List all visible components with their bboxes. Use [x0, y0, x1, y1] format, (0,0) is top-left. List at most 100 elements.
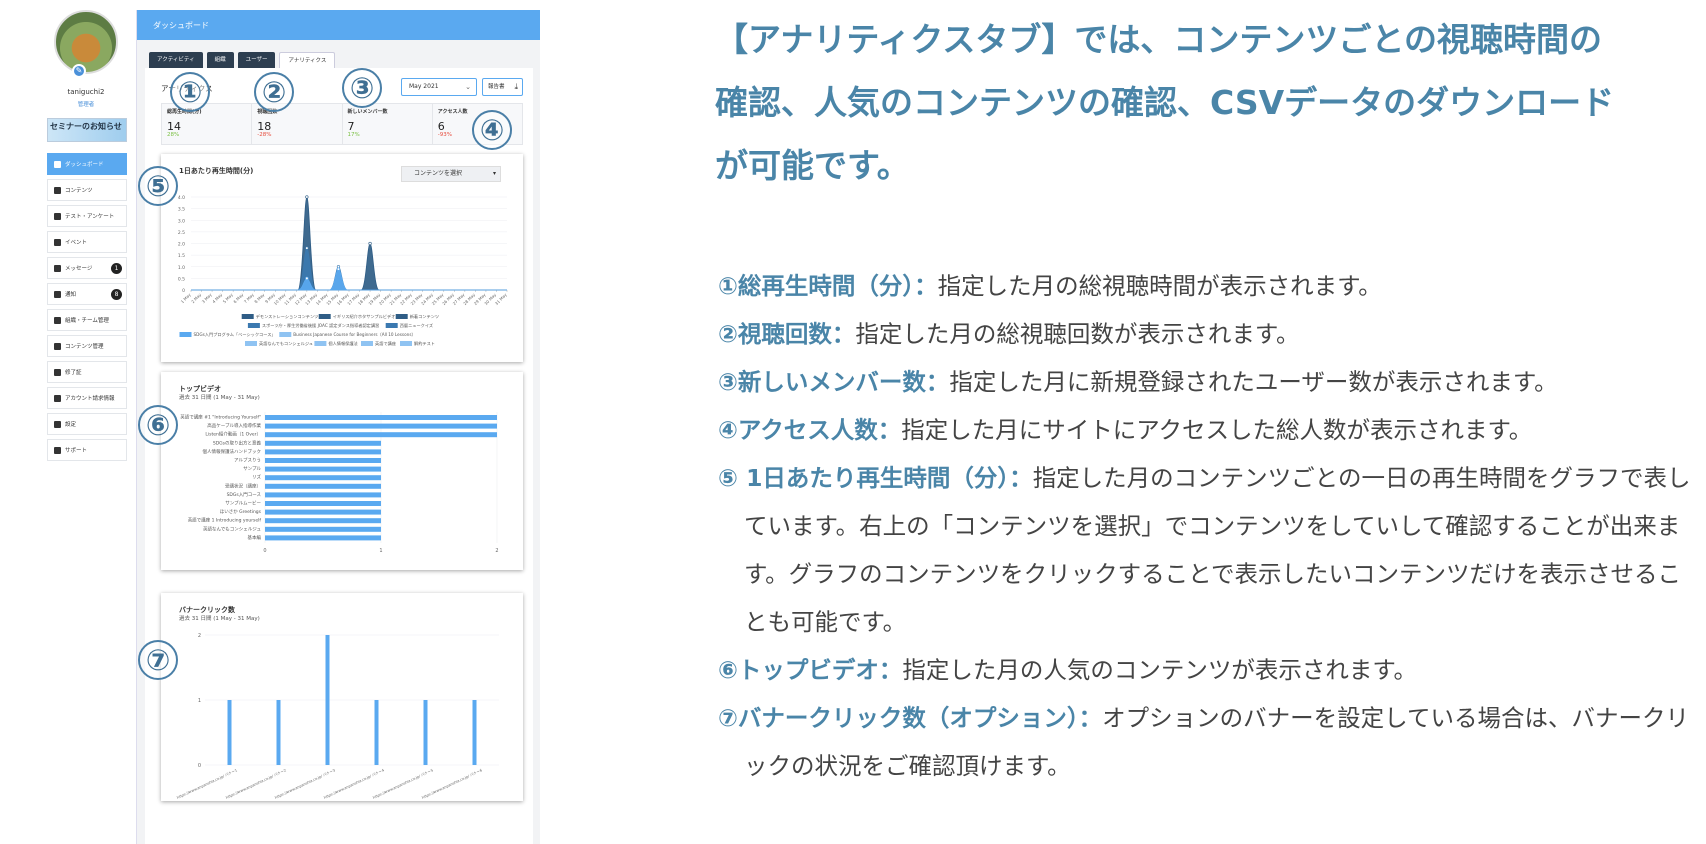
bar [265, 423, 497, 429]
bell-icon [54, 290, 61, 298]
y-tick-label: 3.0 [178, 218, 185, 224]
tab[interactable]: 組織 [206, 52, 234, 68]
description-text: 指定した月に新規登録されたユーザー数が表示されます。 [949, 368, 1558, 396]
seminar-banner[interactable]: セミナーのお知らせ [47, 118, 127, 142]
tab[interactable]: アナリティクス [279, 52, 336, 68]
category-label: 個人情報保護法ハンドブック [203, 448, 262, 455]
sidebar-item[interactable]: コンテンツ管理 [47, 335, 127, 357]
legend-label: 解約テスト [414, 340, 435, 347]
category-label: 高品ケーブル導入指導作業 [207, 422, 261, 429]
description-item: ⑦バナークリック数（オプション）：オプションのバナーを設定している場合は、バナー… [718, 694, 1693, 790]
data-point [305, 276, 309, 280]
y-tick-label: 0.5 [178, 276, 185, 282]
description-text: 指定した月の総視聴時間が表示されます。 [937, 272, 1382, 300]
sidebar-item-label: アカウント請求情報 [65, 396, 115, 402]
sidebar-item-label: 設定 [65, 422, 77, 428]
description-term: ⑥トップビデオ： [718, 656, 903, 684]
category-label: 受講状況（講座） [225, 482, 261, 489]
sidebar-item[interactable]: メッセージ 1 [47, 257, 127, 279]
sidebar-item-label: サポート [65, 448, 88, 454]
chevron-down-icon: ⌄ [465, 83, 471, 91]
megaphone-icon [54, 238, 61, 246]
sidebar-item[interactable]: イベント [47, 231, 127, 253]
heading-line: 【アナリティクスタブ】では、コンテンツごとの視聴時間の [715, 20, 1603, 59]
app-header: ダッシュボード [137, 10, 540, 40]
category-label: サンプルムービー [225, 500, 261, 507]
sidebar-item[interactable]: テスト・アンケート [47, 205, 127, 227]
legend-swatch [318, 314, 331, 319]
user-role: 管理者 [77, 102, 95, 108]
report-button-label: 報告書 [488, 84, 505, 90]
data-point [305, 246, 309, 250]
x-tick-label: 2 May [190, 292, 203, 305]
username: taniguchi2 [67, 88, 105, 96]
sidebar-item[interactable]: 通知 8 [47, 283, 127, 305]
legend-swatch [361, 341, 373, 346]
marker-5: ⑤ [138, 166, 178, 206]
description-term: ③新しいメンバー数： [718, 368, 950, 396]
sidebar-item[interactable]: 設定 [47, 413, 127, 435]
sidebar-item[interactable]: 修了証 [47, 361, 127, 383]
sidebar-item-label: コンテンツ管理 [65, 344, 104, 350]
y-tick-label: 1 [198, 698, 201, 704]
bar [265, 440, 381, 446]
legend-label: デモンストレーションコンテンツ [256, 313, 319, 320]
count-badge: 1 [111, 263, 122, 274]
category-label: SDGsの取り出方と意義 [213, 439, 262, 446]
daily-playtime-chart[interactable]: 4.03.53.02.52.01.51.00.501 May2 May3 May… [161, 154, 523, 362]
sidebar-item-label: メッセージ [65, 266, 93, 272]
legend-swatch [314, 341, 327, 346]
description-item: ④アクセス人数：指定した月にサイトにアクセスした総人数が表示されます。 [718, 406, 1693, 454]
tab[interactable]: ユーザー [237, 52, 276, 68]
marker-6: ⑥ [138, 405, 178, 445]
area-series [191, 268, 507, 291]
legend-swatch [385, 323, 398, 328]
sidebar-item-label: コンテンツ [65, 188, 93, 194]
bar [265, 466, 381, 472]
bar [276, 700, 281, 765]
banner-clicks-chart[interactable]: 210https://www.anpanshia.co.jp/ バナー1http… [161, 593, 523, 801]
gear-icon [54, 420, 61, 428]
certificate-icon [54, 368, 61, 376]
bar [265, 483, 381, 489]
legend-label: SDGs入門プログラム「ベーシックコース」 [194, 331, 276, 338]
description-item: ③新しいメンバー数：指定した月に新規登録されたユーザー数が表示されます。 [718, 358, 1693, 406]
month-select[interactable]: May 2021 ⌄ [401, 78, 477, 96]
y-tick-label: 1.0 [178, 265, 185, 271]
category-label: リズ [252, 474, 261, 481]
bar [265, 509, 381, 515]
description-term: ①総再生時間（分）： [718, 272, 938, 300]
sidebar-item[interactable]: コンテンツ [47, 179, 127, 201]
category-label: ほいさか Greetings [220, 508, 262, 515]
sidebar-item[interactable]: アカウント請求情報 [47, 387, 127, 409]
data-point [336, 267, 341, 271]
x-tick-label: 6 May [232, 292, 245, 305]
bar [227, 700, 232, 765]
top-videos-chart[interactable]: 0 1 2 英語で講座 #1 "Introducing Yourself"高品ケーブル… [161, 372, 523, 570]
bar [265, 475, 381, 481]
y-tick-label: 2.5 [178, 230, 185, 236]
chat-icon [54, 264, 61, 272]
sidebar-item-label: 通知 [65, 292, 77, 298]
data-point [368, 241, 372, 246]
sidebar-item[interactable]: サポート [47, 439, 127, 461]
description-term: ④アクセス人数： [718, 416, 902, 444]
heading-line: 確認、人気のコンテンツの確認、CSVデータのダウンロード [715, 83, 1615, 122]
bar [374, 700, 379, 765]
description-term: ⑦バナークリック数（オプション）： [718, 704, 1103, 732]
legend-swatch [245, 341, 257, 346]
report-download-button[interactable]: 報告書 ⤓ [482, 78, 523, 96]
category-label: 英語で講座 1 Introducing yourself [188, 517, 262, 524]
legend-label: 英語なんでもコンシェルジュ [259, 340, 313, 347]
category-label: SDGs入門コース [227, 492, 262, 498]
bar [265, 449, 381, 455]
edit-avatar-icon[interactable]: ✎ [72, 64, 86, 78]
download-icon: ⤓ [514, 82, 518, 91]
description-text: 指定した月の人気のコンテンツが表示されます。 [902, 656, 1418, 684]
tab[interactable]: アクティビティ [149, 52, 203, 68]
avatar[interactable] [54, 10, 118, 74]
bar [423, 700, 428, 765]
sidebar-item[interactable]: 組織・チーム管理 [47, 309, 127, 331]
sidebar-item[interactable]: ダッシュボード [47, 153, 127, 175]
category-label: 基本編 [248, 534, 262, 541]
